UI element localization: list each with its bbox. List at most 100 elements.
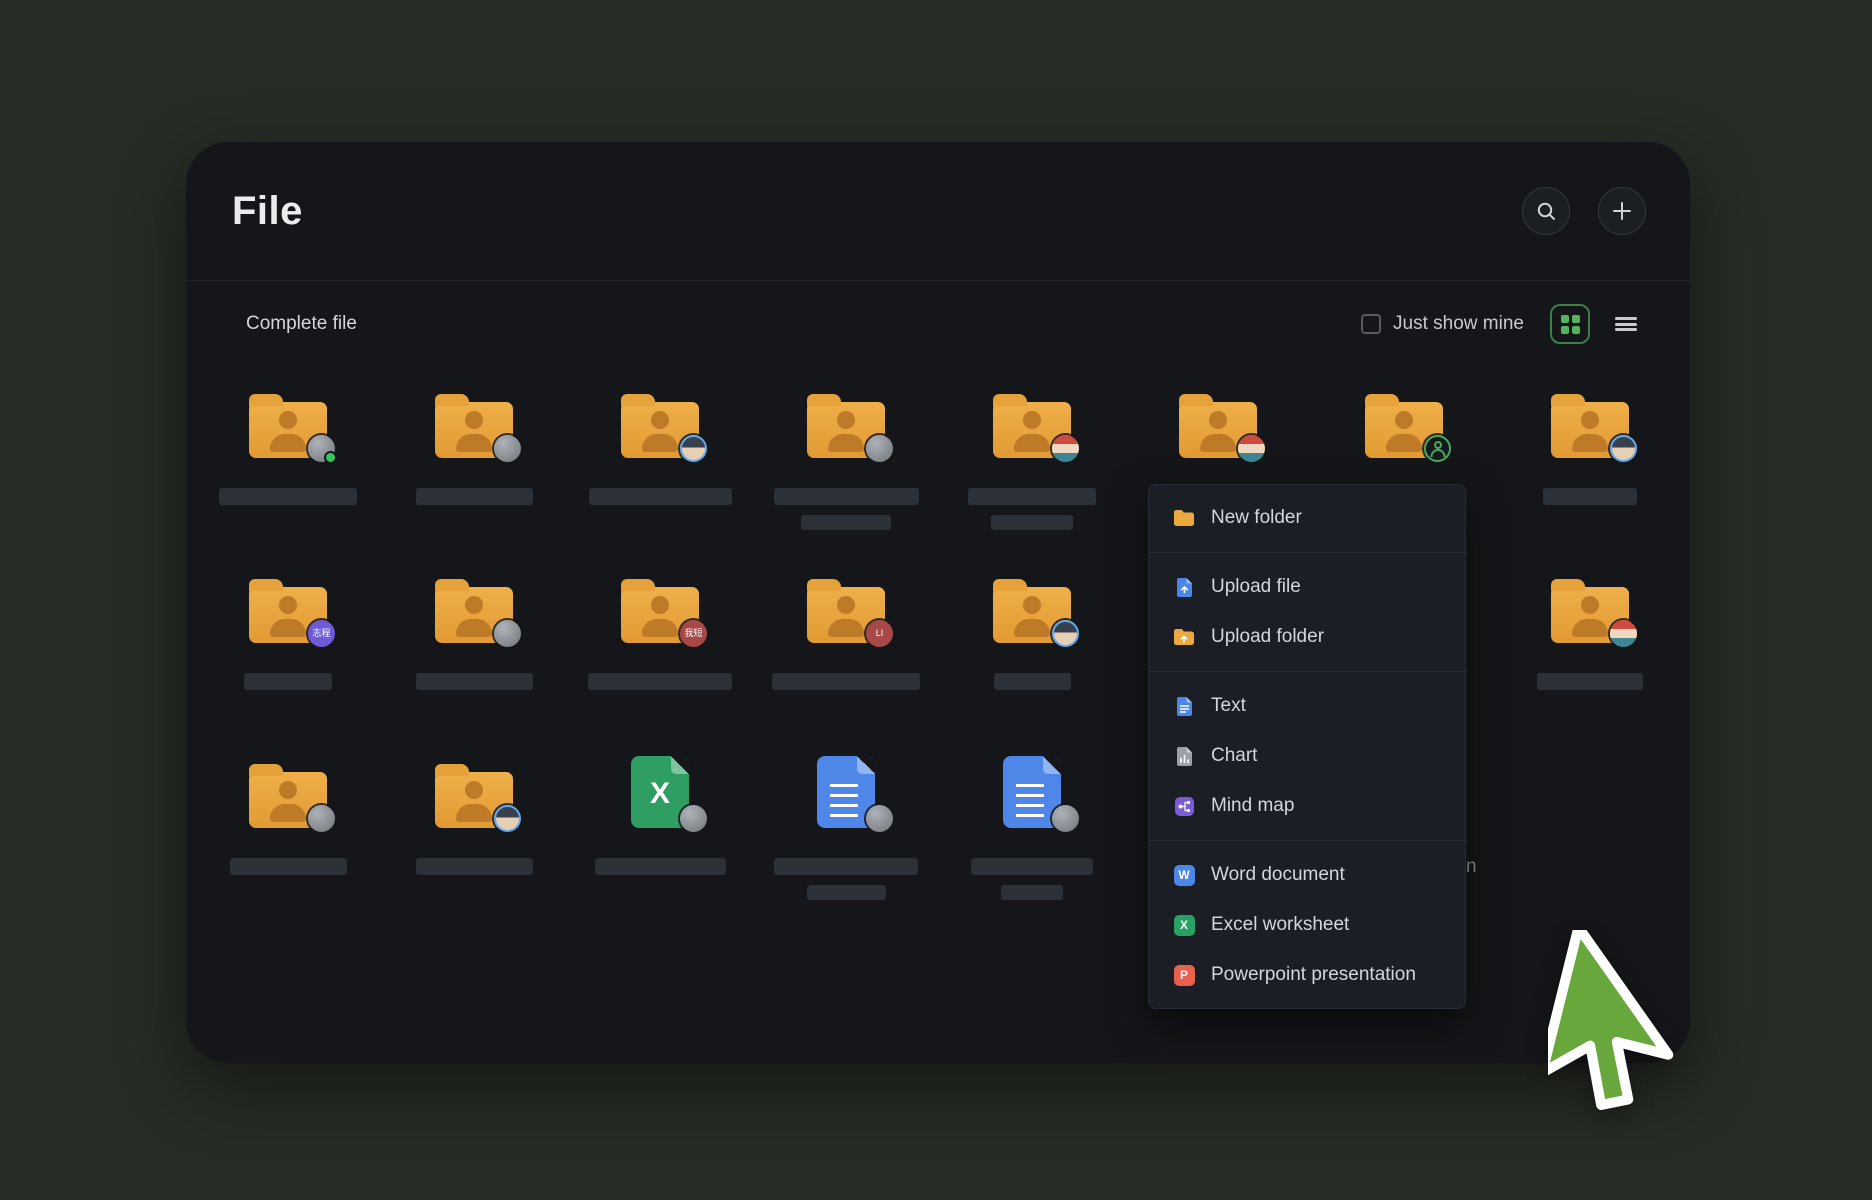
filename-placeholder	[416, 858, 533, 875]
member-avatar-badge	[308, 805, 335, 832]
just-show-mine-label: Just show mine	[1393, 313, 1524, 335]
filename-placeholder	[968, 488, 1096, 505]
menu-divider	[1149, 840, 1465, 841]
shared-folder-icon	[1175, 380, 1261, 458]
member-avatar-badge	[1610, 435, 1637, 462]
member-avatar-badge: 志程	[308, 620, 335, 647]
folder-item[interactable]	[753, 380, 939, 565]
toolbar-right: Just show mine	[1361, 304, 1646, 344]
filename-placeholder	[1543, 488, 1637, 505]
list-view-button[interactable]	[1606, 304, 1646, 344]
file-item[interactable]	[753, 750, 939, 935]
shared-folder-icon	[245, 750, 331, 828]
shared-folder-icon	[989, 380, 1075, 458]
toolbar: Complete file Just show mine	[186, 280, 1690, 367]
shared-folder-icon	[617, 380, 703, 458]
member-avatar-badge	[1424, 435, 1451, 462]
menu-item-upload-folder[interactable]: Upload folder	[1149, 612, 1465, 662]
upload-folder-icon	[1173, 626, 1195, 648]
menu-item-label: Excel worksheet	[1211, 914, 1349, 936]
folder-item[interactable]	[195, 380, 381, 565]
grid-view-button[interactable]	[1550, 304, 1590, 344]
filename-placeholder	[416, 488, 533, 505]
filename-placeholder	[589, 488, 732, 505]
filename-placeholder	[244, 673, 332, 690]
member-avatar-badge	[680, 805, 707, 832]
member-avatar-badge	[1238, 435, 1265, 462]
folder-item[interactable]: LI	[753, 565, 939, 750]
menu-divider	[1149, 671, 1465, 672]
just-show-mine-checkbox[interactable]	[1361, 314, 1381, 334]
grid-view-icon	[1561, 315, 1580, 334]
search-button[interactable]	[1522, 187, 1570, 235]
file-item[interactable]	[939, 750, 1125, 935]
filename-placeholder	[772, 673, 920, 690]
member-avatar-badge	[1052, 620, 1079, 647]
filename-placeholder	[991, 515, 1073, 530]
filename-placeholder	[1001, 885, 1063, 900]
menu-item-powerpoint-presentation[interactable]: PPowerpoint presentation	[1149, 950, 1465, 1000]
header-actions	[1522, 187, 1646, 235]
member-avatar-badge: 我短	[680, 620, 707, 647]
member-avatar-badge: LI	[866, 620, 893, 647]
menu-item-upload-file[interactable]: Upload file	[1149, 562, 1465, 612]
menu-item-label: New folder	[1211, 507, 1302, 529]
shared-folder-icon	[989, 565, 1075, 643]
filename-placeholder	[807, 885, 886, 900]
folder-item[interactable]	[381, 380, 567, 565]
document-file-icon	[989, 750, 1075, 828]
filename-placeholder	[801, 515, 891, 530]
member-avatar-badge	[494, 435, 521, 462]
shared-folder-icon	[1361, 380, 1447, 458]
app-window: File Complete file Just show mine	[186, 142, 1690, 1063]
member-avatar-badge	[1052, 805, 1079, 832]
folder-item[interactable]	[381, 750, 567, 935]
folder-item[interactable]	[195, 750, 381, 935]
menu-item-label: Chart	[1211, 745, 1257, 767]
folder-item[interactable]: 我短	[567, 565, 753, 750]
menu-divider	[1149, 552, 1465, 553]
menu-item-excel-worksheet[interactable]: XExcel worksheet	[1149, 900, 1465, 950]
shared-folder-icon	[803, 380, 889, 458]
member-avatar-badge	[1052, 435, 1079, 462]
document-file-icon	[803, 750, 889, 828]
folder-item[interactable]	[939, 380, 1125, 565]
ppt-icon: P	[1173, 964, 1195, 986]
folder-item[interactable]	[939, 565, 1125, 750]
menu-item-label: Word document	[1211, 864, 1345, 886]
shared-folder-icon	[1547, 380, 1633, 458]
folder-item[interactable]: 志程	[195, 565, 381, 750]
menu-item-new-folder[interactable]: New folder	[1149, 493, 1465, 543]
menu-item-chart[interactable]: Chart	[1149, 731, 1465, 781]
filename-placeholder	[595, 858, 726, 875]
search-icon	[1536, 201, 1556, 221]
upload-file-icon	[1173, 576, 1195, 598]
shared-folder-icon	[245, 380, 331, 458]
shared-folder-icon	[431, 380, 517, 458]
member-avatar-badge	[494, 805, 521, 832]
file-item[interactable]: X	[567, 750, 753, 935]
menu-item-text[interactable]: Text	[1149, 681, 1465, 731]
text-doc-icon	[1173, 695, 1195, 717]
shared-folder-icon	[431, 565, 517, 643]
folder-item[interactable]	[567, 380, 753, 565]
member-avatar-badge	[494, 620, 521, 647]
word-icon: W	[1173, 864, 1195, 886]
menu-item-mind-map[interactable]: Mind map	[1149, 781, 1465, 831]
folder-item[interactable]	[1497, 380, 1683, 565]
add-button[interactable]	[1598, 187, 1646, 235]
member-avatar-badge	[866, 435, 893, 462]
menu-item-label: Upload file	[1211, 576, 1301, 598]
list-view-icon	[1615, 315, 1637, 334]
menu-item-label: Text	[1211, 695, 1246, 717]
menu-item-word-document[interactable]: W Word document	[1149, 850, 1465, 900]
folder-item[interactable]	[1497, 565, 1683, 750]
shared-folder-icon	[1547, 565, 1633, 643]
filename-placeholder	[416, 673, 533, 690]
shared-folder-icon: 我短	[617, 565, 703, 643]
folder-item[interactable]	[381, 565, 567, 750]
filename-placeholder	[1537, 673, 1643, 690]
plus-icon	[1612, 201, 1632, 221]
new-folder-icon	[1173, 507, 1195, 529]
mind-map-icon	[1173, 795, 1195, 817]
